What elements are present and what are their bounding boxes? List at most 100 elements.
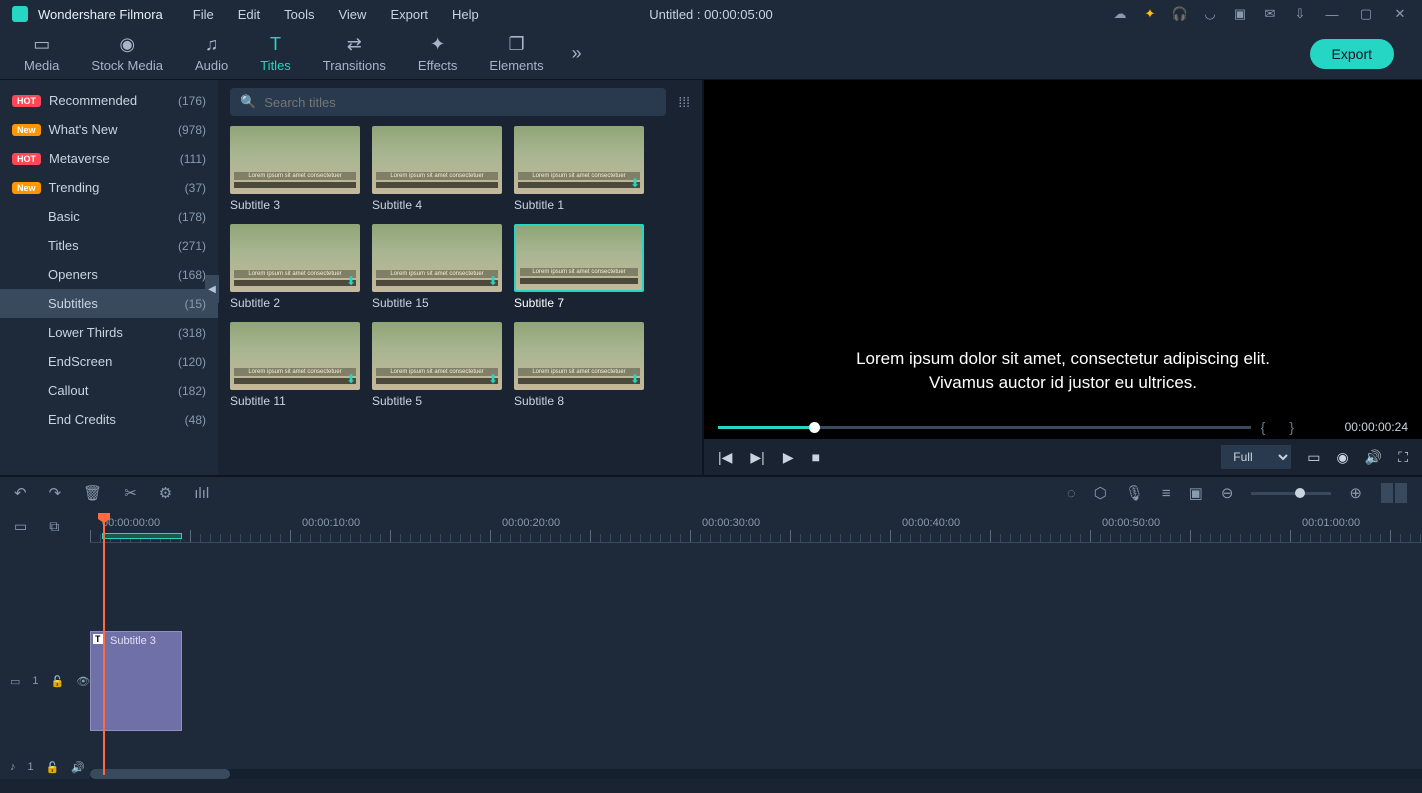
download-icon[interactable]: ⬇ <box>488 372 498 386</box>
lock-icon[interactable]: 🔓 <box>46 761 60 774</box>
redo-button[interactable]: ↷ <box>49 484 62 502</box>
more-tabs-button[interactable]: » <box>560 37 594 70</box>
menu-tools[interactable]: Tools <box>274 3 324 26</box>
crop-icon[interactable]: ▣ <box>1189 484 1203 502</box>
search-input[interactable] <box>264 95 656 110</box>
tab-effects[interactable]: ✦Effects <box>402 28 474 79</box>
thumb-label: Subtitle 11 <box>230 390 360 408</box>
thumb-subtitle-5[interactable]: Lorem ipsum sit amet consectetuer⬇Subtit… <box>372 322 502 408</box>
thumb-preview: Lorem ipsum sit amet consectetuer <box>372 126 502 194</box>
tab-elements[interactable]: ❐Elements <box>473 28 559 79</box>
view-toggle[interactable] <box>1380 483 1408 503</box>
support-icon[interactable]: 🎧 <box>1172 6 1188 22</box>
download-icon[interactable]: ⬇ <box>346 372 356 386</box>
audio-track[interactable]: ♪1 🔓 🔊 <box>0 741 1422 793</box>
search-box[interactable]: 🔍 <box>230 88 666 116</box>
mixer-icon[interactable]: ≡ <box>1162 485 1171 502</box>
minimize-button[interactable]: — <box>1322 7 1342 22</box>
cloud-icon[interactable]: ☁ <box>1112 6 1128 22</box>
volume-icon[interactable]: 🔊 <box>1365 449 1382 466</box>
tab-stock-media[interactable]: ◉Stock Media <box>75 28 179 79</box>
sidebar-item-basic[interactable]: Basic(178) <box>0 202 218 231</box>
marker-icon[interactable]: ⬡ <box>1094 484 1107 502</box>
zoom-out-button[interactable]: ⊖ <box>1221 484 1234 502</box>
mute-icon[interactable]: 🔊 <box>71 761 85 774</box>
workspace-tabs: ▭Media◉Stock Media♫AudioTTitles⇄Transiti… <box>0 28 1422 80</box>
adjust-icon[interactable]: ⚙ <box>159 484 172 502</box>
tab-audio[interactable]: ♫Audio <box>179 28 244 79</box>
render-icon[interactable]: ◌ <box>1067 485 1076 502</box>
sidebar-item-titles[interactable]: Titles(271) <box>0 231 218 260</box>
download-icon[interactable]: ⬇ <box>630 176 640 190</box>
thumb-subtitle-11[interactable]: Lorem ipsum sit amet consectetuer⬇Subtit… <box>230 322 360 408</box>
thumb-subtitle-1[interactable]: Lorem ipsum sit amet consectetuer⬇Subtit… <box>514 126 644 212</box>
export-button[interactable]: Export <box>1310 39 1394 69</box>
sidebar-collapse-button[interactable]: ◀ <box>205 275 219 303</box>
sidebar-item-subtitles[interactable]: Subtitles(15) <box>0 289 218 318</box>
visibility-icon[interactable]: 👁 <box>76 675 90 688</box>
thumb-subtitle-3[interactable]: Lorem ipsum sit amet consectetuerSubtitl… <box>230 126 360 212</box>
category-sidebar: HOTRecommended(176)NewWhat's New(978)HOT… <box>0 80 218 475</box>
thumb-subtitle-4[interactable]: Lorem ipsum sit amet consectetuerSubtitl… <box>372 126 502 212</box>
idea-icon[interactable]: ✦ <box>1142 6 1158 22</box>
close-button[interactable]: ✕ <box>1390 6 1410 22</box>
grid-view-icon[interactable]: ⁞⁞⁞ <box>678 94 690 110</box>
sidebar-item-openers[interactable]: Openers(168) <box>0 260 218 289</box>
play-button[interactable]: ▶ <box>783 449 794 466</box>
menu-export[interactable]: Export <box>380 3 438 26</box>
step-back-button[interactable]: ▶| <box>750 449 764 466</box>
maximize-button[interactable]: ▢ <box>1356 6 1376 22</box>
preview-scrubber[interactable] <box>718 426 1251 429</box>
video-track[interactable]: ▭1 🔓 👁 T Subtitle 3 <box>0 629 1422 733</box>
work-area[interactable] <box>102 533 182 539</box>
sidebar-item-callout[interactable]: Callout(182) <box>0 376 218 405</box>
menu-help[interactable]: Help <box>442 3 489 26</box>
save-icon[interactable]: ▣ <box>1232 6 1248 22</box>
track-manager-icon[interactable]: ▭ <box>14 518 27 535</box>
sidebar-item-endscreen[interactable]: EndScreen(120) <box>0 347 218 376</box>
quality-select[interactable]: Full <box>1221 445 1291 469</box>
time-ruler[interactable]: 00:00:00:0000:00:10:0000:00:20:0000:00:3… <box>90 509 1422 543</box>
menu-view[interactable]: View <box>328 3 376 26</box>
prev-frame-button[interactable]: |◀ <box>718 449 732 466</box>
thumb-subtitle-8[interactable]: Lorem ipsum sit amet consectetuer⬇Subtit… <box>514 322 644 408</box>
menu-file[interactable]: File <box>183 3 224 26</box>
download-icon[interactable]: ⬇ <box>346 274 356 288</box>
display-icon[interactable]: ▭ <box>1307 449 1320 466</box>
undo-button[interactable]: ↶ <box>14 484 27 502</box>
zoom-slider[interactable] <box>1251 492 1331 495</box>
mail-icon[interactable]: ✉ <box>1262 6 1278 22</box>
link-icon[interactable]: ⧉ <box>49 518 59 535</box>
mark-braces[interactable]: {} <box>1261 419 1318 435</box>
playhead[interactable] <box>103 513 105 775</box>
sidebar-item-lower-thirds[interactable]: Lower Thirds(318) <box>0 318 218 347</box>
stop-button[interactable]: ■ <box>812 449 820 465</box>
title-clip-badge-icon: T <box>93 634 103 644</box>
sidebar-item-end-credits[interactable]: End Credits(48) <box>0 405 218 434</box>
account-icon[interactable]: ◡ <box>1202 6 1218 22</box>
menu-edit[interactable]: Edit <box>228 3 270 26</box>
cut-button[interactable]: ✂ <box>124 484 137 502</box>
audio-wave-icon[interactable]: ılıl <box>194 485 209 502</box>
timeline-scrollbar[interactable] <box>90 769 1422 779</box>
lock-icon[interactable]: 🔓 <box>51 675 65 688</box>
zoom-in-button[interactable]: ⊕ <box>1349 484 1362 502</box>
sidebar-item-trending[interactable]: NewTrending(37) <box>0 173 218 202</box>
tab-transitions[interactable]: ⇄Transitions <box>307 28 402 79</box>
download-icon[interactable]: ⬇ <box>630 372 640 386</box>
download-icon[interactable]: ⇩ <box>1292 6 1308 22</box>
thumb-subtitle-2[interactable]: Lorem ipsum sit amet consectetuer⬇Subtit… <box>230 224 360 310</box>
sidebar-item-what-s-new[interactable]: NewWhat's New(978) <box>0 115 218 144</box>
tab-titles[interactable]: TTitles <box>244 28 307 79</box>
tab-media[interactable]: ▭Media <box>8 28 75 79</box>
sidebar-item-metaverse[interactable]: HOTMetaverse(111) <box>0 144 218 173</box>
record-icon[interactable]: 🎙 <box>1125 484 1144 502</box>
preview-timecode: 00:00:00:24 <box>1328 420 1408 434</box>
download-icon[interactable]: ⬇ <box>488 274 498 288</box>
snapshot-icon[interactable]: ◉ <box>1337 449 1349 466</box>
thumb-subtitle-7[interactable]: Lorem ipsum sit amet consectetuerSubtitl… <box>514 224 644 310</box>
thumb-subtitle-15[interactable]: Lorem ipsum sit amet consectetuer⬇Subtit… <box>372 224 502 310</box>
fullscreen-icon[interactable]: ⛶ <box>1398 449 1408 466</box>
sidebar-item-recommended[interactable]: HOTRecommended(176) <box>0 86 218 115</box>
delete-button[interactable]: 🗑 <box>83 484 102 502</box>
